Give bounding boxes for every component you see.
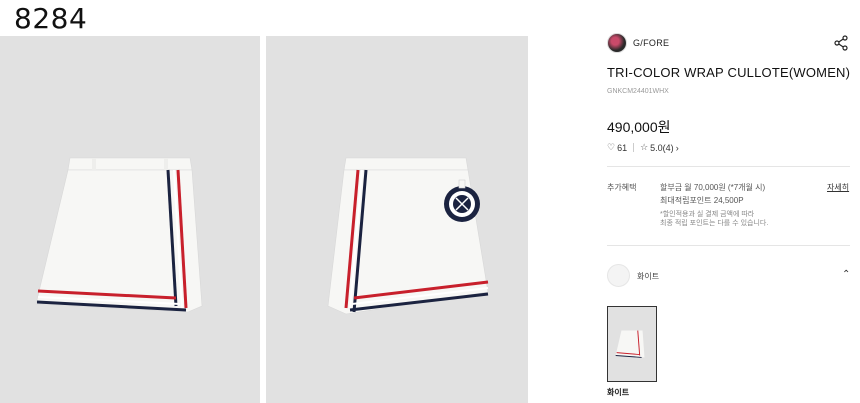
benefit-detail-link[interactable]: 자세히 [827,182,849,193]
product-info-panel: G/FORE TRI-COLOR WRAP CULLOTE(WOMEN) GNK… [607,0,855,403]
overlay-id: 8284 [14,2,88,35]
divider [607,245,850,246]
divider [607,166,850,167]
heart-icon[interactable]: ♡ [607,142,615,153]
skirt-front-illustration [0,36,260,403]
product-code: GNKCM24401WHX [607,88,669,95]
brand-logo[interactable] [607,33,627,53]
share-icon[interactable] [833,35,849,51]
selected-color-name: 화이트 [637,272,660,281]
points-note-2: 최종 적립 포인트는 다를 수 있습니다. [660,220,769,227]
product-image-side[interactable] [266,36,528,403]
color-swatch[interactable] [607,264,630,287]
product-title: TRI-COLOR WRAP CULLOTE(WOMEN) [607,65,851,80]
thumbnail-label: 화이트 [607,388,630,397]
thumbnail-skirt-illustration [608,307,656,381]
product-image-front[interactable] [0,36,260,403]
max-points-info: 최대적립포인트 24,500P [660,196,744,205]
rating-value[interactable]: 5.0(4) [650,143,674,153]
stats-divider [633,143,635,152]
color-thumbnail[interactable] [607,306,657,382]
brand-row[interactable]: G/FORE [607,33,669,53]
product-price: 490,000원 [607,119,671,135]
brand-name[interactable]: G/FORE [633,38,669,48]
color-option-row[interactable]: 화이트 ⌃ [607,264,850,288]
chevron-up-icon[interactable]: ⌃ [842,269,850,280]
benefit-label: 추가혜택 [607,183,637,192]
like-count: 61 [617,142,628,153]
star-icon: ☆ [640,142,649,152]
skirt-side-illustration [266,36,528,403]
product-stats: ♡ 61 ☆ 5.0(4) › [607,142,679,153]
installment-info: 할부금 월 70,000원 (*7개월 시) [660,183,766,192]
rating-arrow[interactable]: › [676,143,679,153]
